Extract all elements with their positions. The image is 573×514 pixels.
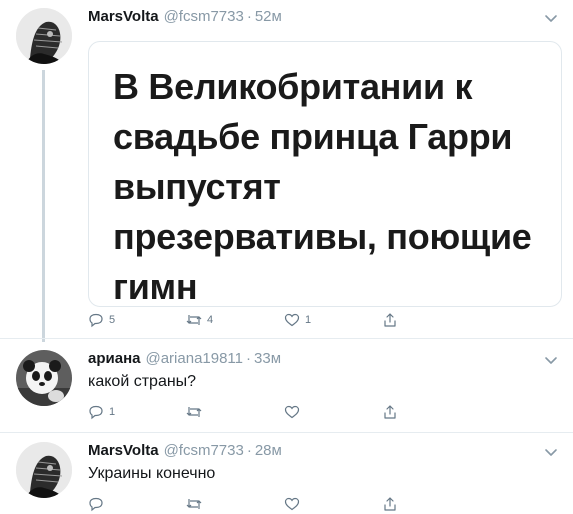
like-button[interactable]: 1	[284, 310, 311, 330]
timestamp[interactable]: 28м	[255, 442, 282, 459]
separator-dot: ·	[246, 442, 252, 459]
tweet-1[interactable]: MarsVolta @fcsm7733 · 52м В Великобритан…	[0, 8, 573, 342]
tweet-actions	[88, 494, 408, 514]
tweet-header: MarsVolta @fcsm7733 · 28м	[88, 442, 282, 464]
avatar[interactable]	[16, 350, 72, 406]
chevron-down-icon	[545, 357, 557, 364]
retweet-icon	[186, 315, 202, 325]
reply-icon	[89, 497, 103, 512]
reply-button[interactable]: 5	[88, 310, 115, 330]
share-icon	[384, 497, 396, 511]
avatar[interactable]	[16, 8, 72, 64]
share-button[interactable]	[382, 310, 398, 330]
reply-count: 1	[109, 406, 116, 418]
avatar[interactable]	[16, 442, 72, 498]
like-icon	[284, 313, 300, 327]
more-options-button[interactable]	[541, 442, 561, 462]
tweet-actions: 5 4 1	[88, 310, 408, 330]
reply-icon	[89, 405, 103, 420]
like-button[interactable]	[284, 494, 305, 514]
reply-button[interactable]	[88, 494, 109, 514]
tweet-divider	[0, 432, 573, 433]
timestamp[interactable]: 33м	[254, 350, 281, 367]
more-options-button[interactable]	[541, 350, 561, 370]
like-button[interactable]	[284, 402, 305, 422]
reply-button[interactable]: 1	[88, 402, 115, 422]
image-card[interactable]: В Великобритании к свадьбе принца Гарри …	[88, 41, 562, 307]
thread-line	[42, 70, 45, 342]
author-handle[interactable]: @fcsm7733	[164, 442, 244, 459]
chevron-down-icon	[545, 15, 557, 22]
retweet-button[interactable]	[186, 494, 207, 514]
share-icon	[384, 313, 396, 327]
reply-icon	[89, 313, 103, 328]
retweet-button[interactable]: 4	[186, 310, 213, 330]
more-options-button[interactable]	[541, 8, 561, 28]
timestamp[interactable]: 52м	[255, 8, 282, 25]
tweet-text: Украины конечно	[88, 465, 216, 482]
share-button[interactable]	[382, 494, 398, 514]
like-count: 1	[305, 314, 312, 326]
share-icon	[384, 405, 396, 419]
reply-count: 5	[109, 314, 116, 326]
tweet-2[interactable]: ариана @ariana19811 · 33м какой страны? …	[0, 350, 573, 424]
retweet-button[interactable]	[186, 402, 207, 422]
chevron-down-icon	[545, 449, 557, 456]
author-name[interactable]: MarsVolta	[88, 442, 159, 459]
tweet-divider	[0, 338, 573, 339]
retweet-icon	[186, 499, 202, 509]
separator-dot: ·	[246, 8, 252, 25]
like-icon	[284, 497, 300, 511]
author-name[interactable]: ариана	[88, 350, 140, 367]
avatar-image	[16, 8, 72, 64]
author-name[interactable]: MarsVolta	[88, 8, 159, 25]
avatar-image	[16, 442, 72, 498]
card-headline: В Великобритании к свадьбе принца Гарри …	[113, 66, 532, 307]
tweet-text: какой страны?	[88, 373, 197, 390]
like-icon	[284, 405, 300, 419]
author-handle[interactable]: @ariana19811	[145, 350, 243, 367]
author-handle[interactable]: @fcsm7733	[164, 8, 244, 25]
separator-dot: ·	[246, 350, 252, 367]
retweet-icon	[186, 407, 202, 417]
tweet-header: ариана @ariana19811 · 33м	[88, 350, 281, 372]
tweet-actions: 1	[88, 402, 408, 422]
tweet-3[interactable]: MarsVolta @fcsm7733 · 28м Украины конечн…	[0, 442, 573, 514]
avatar-image	[16, 350, 72, 406]
tweet-header: MarsVolta @fcsm7733 · 52м	[88, 8, 282, 30]
share-button[interactable]	[382, 402, 398, 422]
retweet-count: 4	[207, 314, 214, 326]
